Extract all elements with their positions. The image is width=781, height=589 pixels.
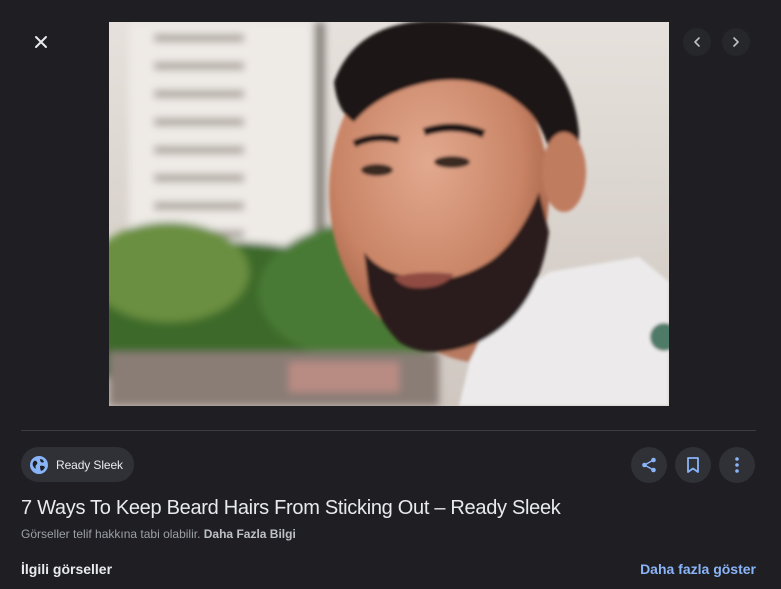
close-button[interactable] xyxy=(26,27,56,57)
copyright-text: Görseller telif hakkına tabi olabilir. xyxy=(21,527,201,541)
image-viewer: Ready Sleek 7 Ways To Keep Beard Hairs F… xyxy=(0,0,781,589)
copyright-notice: Görseller telif hakkına tabi olabilir. D… xyxy=(21,527,296,541)
globe-icon xyxy=(29,455,49,475)
next-button[interactable] xyxy=(722,28,750,56)
chevron-left-icon xyxy=(694,37,700,47)
learn-more-link[interactable]: Daha Fazla Bilgi xyxy=(204,527,296,541)
previous-button[interactable] xyxy=(683,28,711,56)
related-images-heading: İlgili görseller xyxy=(21,561,113,577)
source-name: Ready Sleek xyxy=(56,457,123,472)
show-more-link[interactable]: Daha fazla göster xyxy=(640,561,756,577)
preview-image[interactable] xyxy=(109,22,669,406)
divider xyxy=(21,430,756,431)
save-button[interactable] xyxy=(675,447,711,483)
more-vert-icon xyxy=(735,457,739,473)
source-chip[interactable]: Ready Sleek xyxy=(21,447,134,482)
share-icon xyxy=(642,457,656,473)
share-button[interactable] xyxy=(631,447,667,483)
image-title-link[interactable]: 7 Ways To Keep Beard Hairs From Sticking… xyxy=(21,497,561,520)
bookmark-icon xyxy=(687,457,699,473)
close-icon xyxy=(35,36,47,48)
more-options-button[interactable] xyxy=(719,447,755,483)
chevron-right-icon xyxy=(733,37,739,47)
